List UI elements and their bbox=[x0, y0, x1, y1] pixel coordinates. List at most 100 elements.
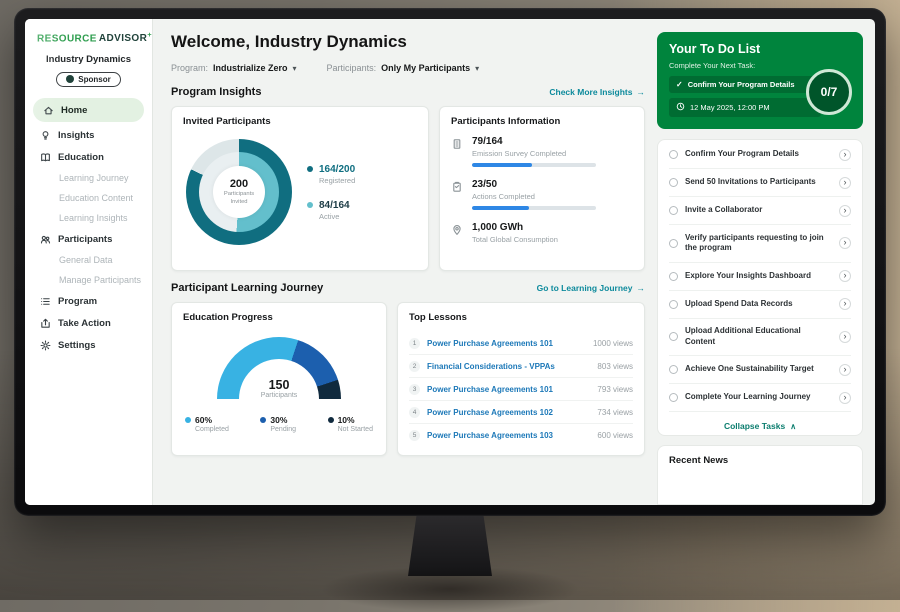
sidebar-item-take-action[interactable]: Take Action bbox=[25, 312, 152, 334]
task-checkbox[interactable] bbox=[669, 178, 678, 187]
chevron-right-icon[interactable] bbox=[839, 205, 851, 217]
task-row[interactable]: Complete Your Learning Journey bbox=[669, 384, 851, 412]
task-checkbox[interactable] bbox=[669, 393, 678, 402]
sidebar-item-education[interactable]: Education bbox=[25, 146, 152, 168]
check-more-insights-link[interactable]: Check More Insights → bbox=[549, 87, 645, 97]
task-row[interactable]: Send 50 Invitations to Participants bbox=[669, 169, 851, 197]
arrow-right-icon: → bbox=[637, 87, 646, 97]
stat-value: 23/50 bbox=[472, 179, 596, 190]
lesson-title-link[interactable]: Power Purchase Agreements 102 bbox=[427, 408, 590, 417]
legend-item-completed: 60% Completed bbox=[185, 415, 229, 433]
page-title: Welcome, Industry Dynamics bbox=[171, 32, 645, 52]
task-label: Invite a Collaborator bbox=[685, 205, 832, 216]
todo-title: Your To Do List bbox=[669, 42, 851, 56]
todo-summary-card: Your To Do List Complete Your Next Task:… bbox=[657, 32, 863, 129]
program-filter-value: Industrialize Zero bbox=[213, 63, 288, 73]
task-checkbox[interactable] bbox=[669, 332, 678, 341]
chevron-right-icon[interactable] bbox=[839, 237, 851, 249]
chevron-right-icon[interactable] bbox=[839, 270, 851, 282]
people-icon bbox=[39, 233, 51, 245]
action-box-icon bbox=[39, 317, 51, 329]
lesson-rank: 2 bbox=[409, 361, 420, 372]
legend-label: Completed bbox=[195, 426, 229, 433]
stat-global-consumption: 1,000 GWh Total Global Consumption bbox=[451, 222, 633, 249]
chevron-right-icon[interactable] bbox=[839, 298, 851, 310]
task-checkbox[interactable] bbox=[669, 300, 678, 309]
chevron-right-icon[interactable] bbox=[839, 331, 851, 343]
stat-label: Total Global Consumption bbox=[472, 235, 558, 244]
task-row[interactable]: Upload Additional Educational Content bbox=[669, 319, 851, 357]
lesson-title-link[interactable]: Financial Considerations - VPPAs bbox=[427, 362, 590, 371]
lesson-row[interactable]: 5 Power Purchase Agreements 103 600 view… bbox=[409, 424, 633, 446]
task-row[interactable]: Upload Spend Data Records bbox=[669, 291, 851, 319]
sidebar-item-label: Education bbox=[58, 152, 104, 163]
sidebar-item-label: Learning Journey bbox=[59, 173, 129, 183]
main-content: Welcome, Industry Dynamics Program: Indu… bbox=[153, 19, 657, 505]
task-checkbox[interactable] bbox=[669, 272, 678, 281]
sidebar-item-learning-journey[interactable]: Learning Journey bbox=[25, 168, 152, 188]
program-filter-dropdown[interactable]: Program: Industrialize Zero bbox=[171, 63, 297, 73]
stat-value: 79/164 bbox=[472, 136, 596, 147]
lesson-title-link[interactable]: Power Purchase Agreements 103 bbox=[427, 431, 590, 440]
chevron-right-icon[interactable] bbox=[839, 392, 851, 404]
education-progress-card: Education Progress 150 Participants bbox=[171, 302, 387, 456]
task-checkbox[interactable] bbox=[669, 206, 678, 215]
legend-dot-not-started bbox=[328, 417, 334, 423]
legend-pct: 60% bbox=[195, 415, 229, 425]
donut-center-value: 200 bbox=[230, 178, 248, 190]
task-label: Send 50 Invitations to Participants bbox=[685, 177, 832, 188]
progress-bar bbox=[472, 206, 596, 210]
legend-label: Pending bbox=[270, 426, 296, 433]
sidebar-item-program[interactable]: Program bbox=[25, 290, 152, 312]
monitor-stand-shadow bbox=[320, 566, 580, 612]
section-title: Program Insights bbox=[171, 86, 261, 98]
task-row[interactable]: Confirm Your Program Details bbox=[669, 141, 851, 169]
lightbulb-icon bbox=[39, 129, 51, 141]
sidebar-item-insights[interactable]: Insights bbox=[25, 124, 152, 146]
chevron-right-icon[interactable] bbox=[839, 149, 851, 161]
brand-plus: + bbox=[147, 30, 152, 39]
lesson-row[interactable]: 1 Power Purchase Agreements 101 1000 vie… bbox=[409, 332, 633, 355]
home-icon bbox=[42, 104, 54, 116]
lesson-title-link[interactable]: Power Purchase Agreements 101 bbox=[427, 385, 590, 394]
todo-next-task[interactable]: Confirm Your Program Details bbox=[669, 76, 821, 93]
sidebar-item-education-content[interactable]: Education Content bbox=[25, 188, 152, 208]
lesson-rank: 4 bbox=[409, 407, 420, 418]
sidebar-item-participants[interactable]: Participants bbox=[25, 228, 152, 250]
task-row[interactable]: Invite a Collaborator bbox=[669, 197, 851, 225]
stat-label: Emission Survey Completed bbox=[472, 149, 596, 158]
sidebar-item-settings[interactable]: Settings bbox=[25, 334, 152, 356]
task-row[interactable]: Explore Your Insights Dashboard bbox=[669, 263, 851, 291]
chevron-right-icon[interactable] bbox=[839, 177, 851, 189]
task-checkbox[interactable] bbox=[669, 239, 678, 248]
donut-legend: 164/200 Registered 84/164 Active bbox=[307, 164, 355, 221]
task-row[interactable]: Verify participants requesting to join t… bbox=[669, 225, 851, 263]
participants-filter-dropdown[interactable]: Participants: Only My Participants bbox=[327, 63, 480, 73]
donut-center-label: Participants Invited bbox=[218, 191, 260, 205]
task-checkbox[interactable] bbox=[669, 150, 678, 159]
task-checkbox[interactable] bbox=[669, 365, 678, 374]
account-block: Industry Dynamics Sponsor bbox=[25, 53, 152, 98]
sidebar-item-learning-insights[interactable]: Learning Insights bbox=[25, 208, 152, 228]
lesson-row[interactable]: 2 Financial Considerations - VPPAs 803 v… bbox=[409, 355, 633, 378]
task-label: Verify participants requesting to join t… bbox=[685, 233, 832, 255]
task-label: Upload Spend Data Records bbox=[685, 299, 832, 310]
account-name: Industry Dynamics bbox=[25, 54, 152, 65]
task-row[interactable]: Achieve One Sustainability Target bbox=[669, 356, 851, 384]
participants-information-card: Participants Information 79/164 Emission… bbox=[439, 106, 645, 271]
sidebar-item-home[interactable]: Home bbox=[33, 98, 144, 122]
chevron-right-icon[interactable] bbox=[839, 364, 851, 376]
todo-progress-value: 0/7 bbox=[821, 85, 838, 99]
sidebar-item-general-data[interactable]: General Data bbox=[25, 250, 152, 270]
clipboard-check-icon bbox=[451, 181, 464, 194]
chevron-down-icon bbox=[293, 63, 297, 73]
sidebar-item-manage-participants[interactable]: Manage Participants bbox=[25, 270, 152, 290]
lesson-row[interactable]: 3 Power Purchase Agreements 101 793 view… bbox=[409, 378, 633, 401]
collapse-tasks-button[interactable]: Collapse Tasks bbox=[669, 412, 851, 434]
sponsor-badge[interactable]: Sponsor bbox=[56, 72, 120, 87]
invited-participants-card: Invited Participants 200 Participants In… bbox=[171, 106, 429, 271]
lesson-views: 1000 views bbox=[593, 339, 633, 348]
lesson-title-link[interactable]: Power Purchase Agreements 101 bbox=[427, 339, 586, 348]
lesson-row[interactable]: 4 Power Purchase Agreements 102 734 view… bbox=[409, 401, 633, 424]
go-to-learning-journey-link[interactable]: Go to Learning Journey → bbox=[537, 283, 645, 293]
